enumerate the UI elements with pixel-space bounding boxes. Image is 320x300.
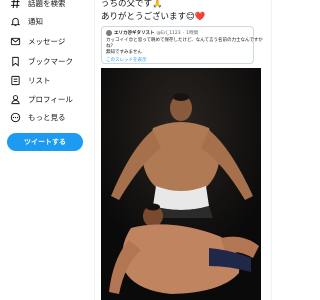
bell-icon bbox=[10, 16, 21, 27]
show-thread-link[interactable]: このスレッドを表示 bbox=[106, 57, 249, 63]
timeline-column: うちの父です🙏 ありがとうございます😊❤️ エリカ＠ギタリスト @Eri_112… bbox=[95, 0, 300, 300]
quoted-body-line-1: カッコイイ😍と思って眺めて保存したけど、なんて言う名前の力士なんですか bbox=[106, 38, 263, 43]
sumo-photo-illustration bbox=[101, 68, 261, 300]
nav-more-label: もっと見る bbox=[28, 112, 66, 122]
hashtag-icon bbox=[10, 0, 21, 9]
quoted-separator: · bbox=[182, 30, 185, 36]
bookmark-icon bbox=[10, 56, 21, 67]
mail-icon bbox=[10, 36, 21, 47]
tweet-text: うちの父です🙏 ありがとうございます😊❤️ bbox=[101, 0, 296, 24]
nav-lists[interactable]: リスト bbox=[10, 71, 51, 89]
quoted-body-line-3: 無知ですみません bbox=[106, 50, 142, 55]
nav-profile-label: プロフィール bbox=[28, 94, 73, 104]
quoted-timestamp: 1時間 bbox=[186, 31, 198, 36]
tweet-text-line-1: うちの父です🙏 bbox=[101, 0, 163, 9]
quoted-author-handle: @Eri_1123 bbox=[156, 30, 181, 36]
nav-profile[interactable]: プロフィール bbox=[10, 90, 73, 108]
nav-lists-label: リスト bbox=[28, 75, 51, 85]
nav-notifications[interactable]: 通知 bbox=[10, 12, 43, 30]
quoted-author-name: エリカ＠ギタリスト bbox=[114, 31, 155, 36]
column-divider-right bbox=[271, 0, 272, 300]
nav-notifications-label: 通知 bbox=[28, 16, 43, 26]
quoted-tweet-body: カッコイイ😍と思って眺めて保存したけど、なんて言う名前の力士なんですか ね？ 無… bbox=[106, 38, 263, 56]
tweet-text-line-2: ありがとうございます😊❤️ bbox=[101, 12, 206, 22]
more-circle-icon bbox=[10, 112, 21, 123]
quoted-tweet[interactable]: エリカ＠ギタリスト @Eri_1123 · 1時間 カッコイイ😍と思って眺めて保… bbox=[101, 26, 263, 64]
nav-messages-label: メッセージ bbox=[28, 36, 66, 46]
nav-messages[interactable]: メッセージ bbox=[10, 32, 65, 50]
list-icon bbox=[10, 75, 21, 86]
nav-bookmarks[interactable]: ブックマーク bbox=[10, 52, 73, 70]
nav-explore-label: 話題を検索 bbox=[28, 0, 66, 8]
person-icon bbox=[10, 94, 21, 105]
avatar bbox=[106, 30, 112, 36]
quoted-tweet-header: エリカ＠ギタリスト @Eri_1123 · 1時間 bbox=[106, 30, 249, 36]
sidebar-nav: 話題を検索 通知 メッセージ ブックマーク リスト プロフィール もっと見る ツ… bbox=[0, 0, 90, 300]
nav-more[interactable]: もっと見る bbox=[10, 108, 66, 126]
tweet-photo[interactable] bbox=[101, 68, 261, 300]
nav-bookmarks-label: ブックマーク bbox=[28, 56, 73, 66]
nav-explore[interactable]: 話題を検索 bbox=[10, 0, 66, 12]
tweet-button[interactable]: ツイートする bbox=[7, 133, 83, 151]
